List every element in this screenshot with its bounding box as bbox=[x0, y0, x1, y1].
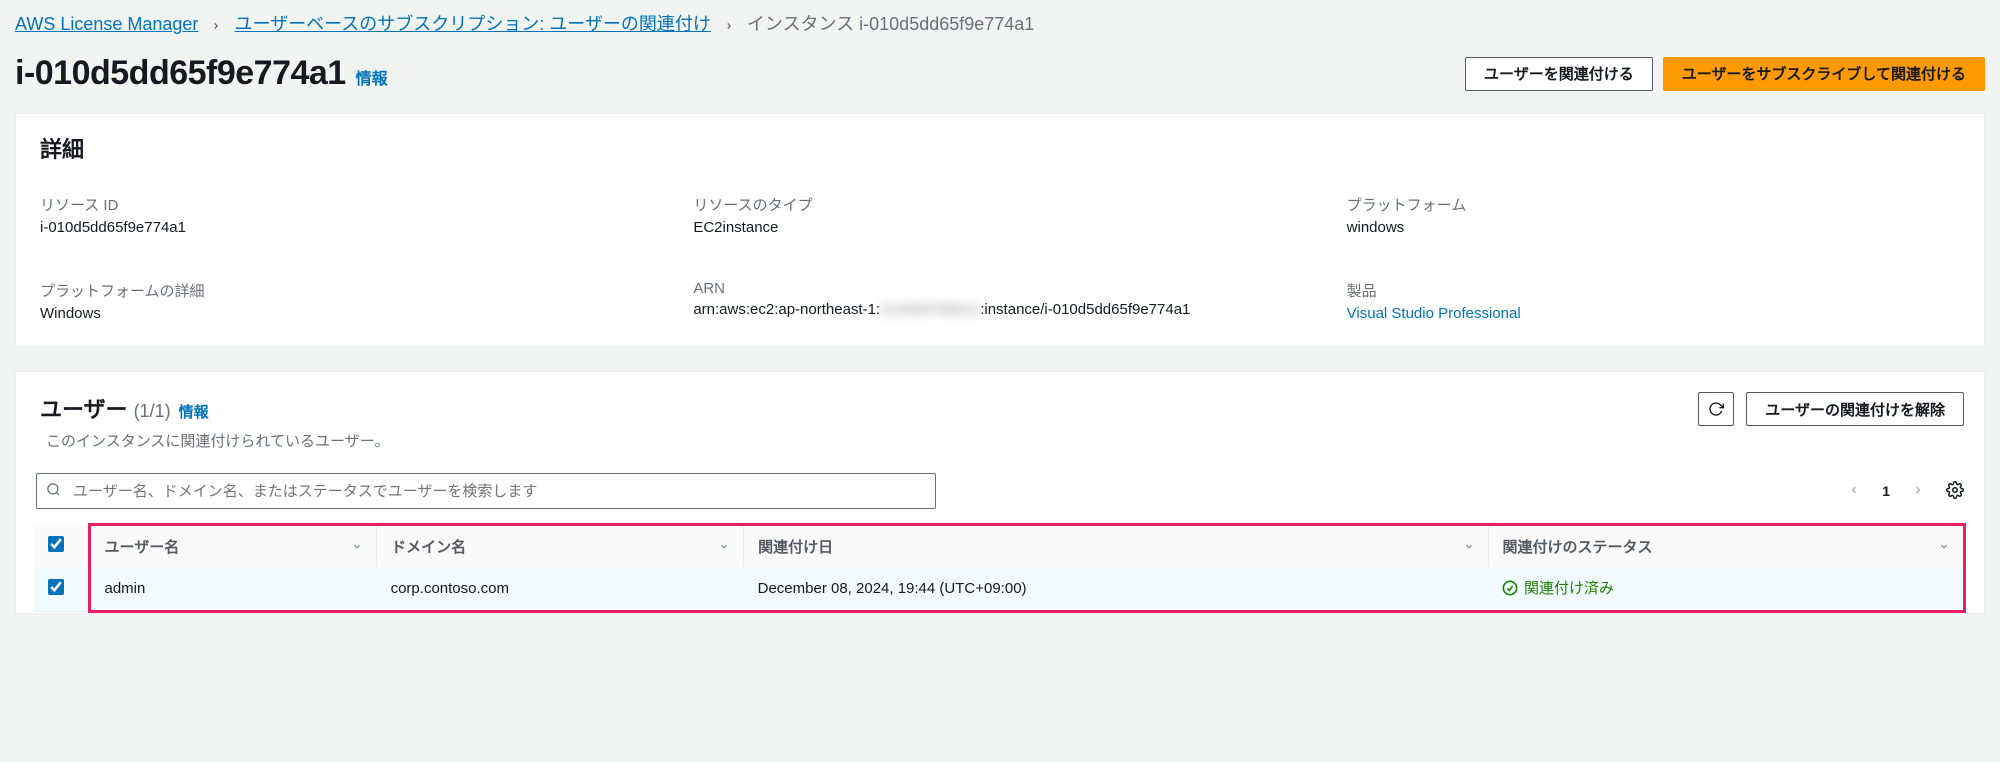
page-number: 1 bbox=[1882, 483, 1890, 499]
subscribe-associate-button[interactable]: ユーザーをサブスクライブして関連付ける bbox=[1663, 57, 1985, 91]
page-header: i-010d5dd65f9e774a1 情報 ユーザーを関連付ける ユーザーをサ… bbox=[15, 54, 1985, 93]
refresh-button[interactable] bbox=[1698, 392, 1734, 426]
check-circle-icon bbox=[1502, 580, 1518, 596]
field-resource-id: リソース ID i-010d5dd65f9e774a1 bbox=[40, 194, 653, 236]
associate-user-button[interactable]: ユーザーを関連付ける bbox=[1465, 57, 1653, 91]
select-all-checkbox[interactable] bbox=[48, 536, 64, 552]
pagination: 1 bbox=[1848, 481, 1964, 502]
refresh-icon bbox=[1708, 401, 1724, 417]
details-title: 詳細 bbox=[16, 114, 1984, 174]
users-count: (1/1) bbox=[134, 401, 171, 422]
redacted-account-id: 123456789012 bbox=[880, 301, 980, 318]
cell-date: December 08, 2024, 19:44 (UTC+09:00) bbox=[744, 567, 1488, 611]
breadcrumb-item-2[interactable]: ユーザーベースのサブスクリプション: ユーザーの関連付け bbox=[234, 14, 710, 34]
disassociate-button[interactable]: ユーザーの関連付けを解除 bbox=[1746, 392, 1964, 426]
col-username[interactable]: ユーザー名 bbox=[89, 525, 377, 568]
col-assoc-status[interactable]: 関連付けのステータス bbox=[1488, 525, 1964, 568]
field-platform-detail: プラットフォームの詳細 Windows bbox=[40, 280, 653, 322]
users-panel: ユーザー (1/1) 情報 このインスタンスに関連付けられているユーザー。 ユー… bbox=[15, 371, 1985, 614]
header-actions: ユーザーを関連付ける ユーザーをサブスクライブして関連付ける bbox=[1465, 57, 1985, 91]
sort-icon bbox=[1464, 536, 1474, 553]
users-desc: このインスタンスに関連付けられているユーザー。 bbox=[40, 430, 396, 451]
sort-icon bbox=[352, 536, 362, 553]
field-platform: プラットフォーム windows bbox=[1347, 194, 1960, 236]
breadcrumb-item-1[interactable]: AWS License Manager bbox=[15, 14, 198, 34]
row-checkbox[interactable] bbox=[48, 579, 64, 595]
sort-icon bbox=[1939, 536, 1949, 553]
chevron-right-icon bbox=[1912, 484, 1924, 496]
page-prev[interactable] bbox=[1848, 483, 1860, 499]
breadcrumb: AWS License Manager ユーザーベースのサブスクリプション: ユ… bbox=[15, 10, 1985, 36]
col-assoc-date[interactable]: 関連付け日 bbox=[744, 525, 1488, 568]
users-title: ユーザー (1/1) 情報 bbox=[40, 392, 209, 424]
product-link[interactable]: Visual Studio Professional bbox=[1347, 305, 1521, 322]
search-icon bbox=[46, 482, 61, 500]
gear-icon bbox=[1946, 481, 1964, 499]
settings-button[interactable] bbox=[1946, 481, 1964, 502]
chevron-right-icon bbox=[724, 15, 734, 36]
users-info-link[interactable]: 情報 bbox=[179, 401, 209, 422]
field-resource-type: リソースのタイプ EC2instance bbox=[693, 194, 1306, 236]
page-next[interactable] bbox=[1912, 483, 1924, 499]
cell-username: admin bbox=[89, 567, 377, 611]
field-arn: ARN arn:aws:ec2:ap-northeast-1:123456789… bbox=[693, 280, 1306, 322]
cell-status: 関連付け済み bbox=[1488, 567, 1964, 611]
sort-icon bbox=[719, 536, 729, 553]
col-domain[interactable]: ドメイン名 bbox=[377, 525, 744, 568]
cell-domain: corp.contoso.com bbox=[377, 567, 744, 611]
info-link[interactable]: 情報 bbox=[356, 71, 388, 88]
field-product: 製品 Visual Studio Professional bbox=[1347, 280, 1960, 322]
page-title: i-010d5dd65f9e774a1 bbox=[15, 54, 346, 92]
table-row[interactable]: admin corp.contoso.com December 08, 2024… bbox=[34, 567, 1965, 611]
users-search-input[interactable] bbox=[36, 473, 936, 509]
chevron-left-icon bbox=[1848, 484, 1860, 496]
breadcrumb-current: インスタンス i-010d5dd65f9e774a1 bbox=[747, 14, 1034, 34]
details-panel: 詳細 リソース ID i-010d5dd65f9e774a1 リソースのタイプ … bbox=[15, 113, 1985, 347]
chevron-right-icon bbox=[211, 15, 221, 36]
users-table: ユーザー名 ドメイン名 関連付け日 bbox=[34, 523, 1966, 613]
